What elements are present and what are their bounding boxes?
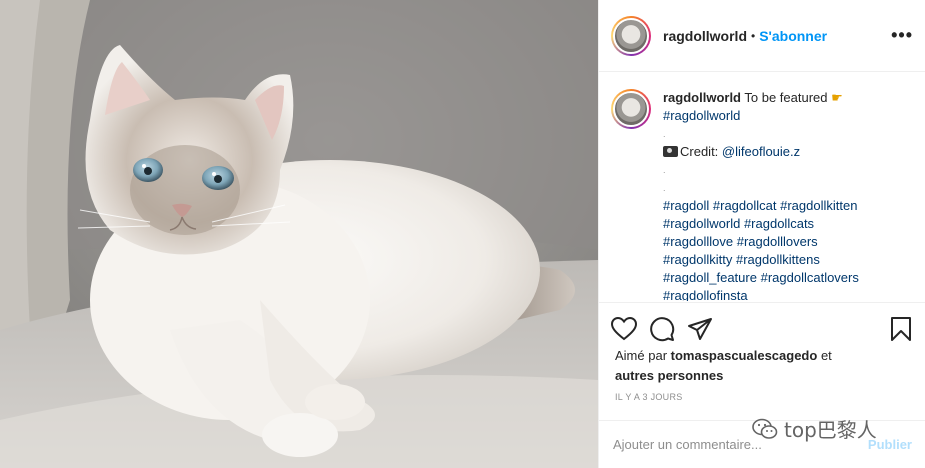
caption: ragdollworld To be featured ☛ #ragdollwo… [611, 89, 914, 301]
hashtag-line: #ragdollworld #ragdollcats [663, 215, 911, 233]
caption-separator: . [663, 129, 666, 139]
hashtag[interactable]: #ragdollcatlovers [761, 270, 859, 285]
caption-body: ragdollworld To be featured ☛ #ragdollwo… [663, 89, 911, 301]
credit-prefix: Credit: [680, 144, 722, 159]
caption-text: To be featured [744, 90, 828, 105]
like-button[interactable] [609, 314, 639, 344]
share-button[interactable] [685, 314, 715, 344]
share-icon [688, 317, 712, 340]
hashtag-line: #ragdolllove #ragdolllovers [663, 233, 911, 251]
likes-user[interactable]: tomaspascualescagedo [671, 348, 818, 363]
hashtag[interactable]: #ragdollcats [744, 216, 814, 231]
save-button[interactable] [886, 314, 916, 344]
hashtag[interactable]: #ragdoll [663, 198, 709, 213]
credit-mention[interactable]: @lifeoflouie.z [722, 144, 800, 159]
hashtag[interactable]: #ragdollkittens [736, 252, 820, 267]
comment-icon [650, 316, 675, 341]
watermark-text: top巴黎人 [784, 418, 877, 442]
caption-separator: . [663, 183, 666, 193]
watermark: top巴黎人 [752, 414, 877, 443]
hashtag[interactable]: #ragdollcat [713, 198, 777, 213]
comments-area[interactable]: ragdollworld To be featured ☛ #ragdollwo… [599, 73, 925, 301]
wechat-logo-icon [752, 418, 778, 439]
separator-dot: • [751, 28, 756, 43]
post-timestamp[interactable]: IL Y A 3 JOURS [615, 392, 683, 402]
hashtag[interactable]: #ragdoll_feature [663, 270, 757, 285]
likes-middle: et [817, 348, 832, 363]
author-avatar[interactable] [611, 15, 651, 56]
hashtag[interactable]: #ragdollworld [663, 216, 740, 231]
heart-icon [611, 316, 637, 340]
hashtag-line: #ragdoll #ragdollcat #ragdollkitten [663, 197, 911, 215]
caption-avatar[interactable] [611, 89, 651, 129]
comment-button[interactable] [647, 314, 677, 344]
hashtag[interactable]: #ragdollworld [663, 108, 740, 123]
hashtag[interactable]: #ragdollofinsta [663, 288, 748, 301]
likes-others-link[interactable]: autres personnes [615, 368, 723, 383]
hashtag-line: #ragdollkitty #ragdollkittens [663, 251, 911, 269]
post-photo[interactable] [0, 0, 598, 468]
kitten-photo [0, 0, 598, 468]
pointing-hand-icon: ☛ [831, 90, 843, 105]
caption-separator: . [663, 165, 666, 175]
likes-prefix: Aimé par [615, 348, 671, 363]
post-side-panel: ragdollworld • S'abonner ••• ragdollworl… [598, 0, 925, 468]
post-header: ragdollworld • S'abonner ••• [599, 0, 925, 72]
hashtag-list: #ragdoll #ragdollcat #ragdollkitten #rag… [663, 197, 911, 301]
hashtag[interactable]: #ragdolllovers [737, 234, 818, 249]
caption-username[interactable]: ragdollworld [663, 90, 741, 105]
likes-summary: Aimé par tomaspascualescagedo et autres … [615, 346, 915, 386]
bookmark-icon [891, 316, 911, 341]
more-options-icon[interactable]: ••• [891, 25, 913, 46]
hashtag[interactable]: #ragdollkitty [663, 252, 732, 267]
hashtag-line: #ragdoll_feature #ragdollcatlovers [663, 269, 911, 287]
camera-icon [663, 146, 678, 157]
hashtag-line: #ragdollofinsta [663, 287, 911, 301]
hashtag[interactable]: #ragdollkitten [780, 198, 857, 213]
hashtag[interactable]: #ragdolllove [663, 234, 733, 249]
follow-button[interactable]: S'abonner [759, 28, 827, 44]
author-username[interactable]: ragdollworld [663, 28, 747, 44]
